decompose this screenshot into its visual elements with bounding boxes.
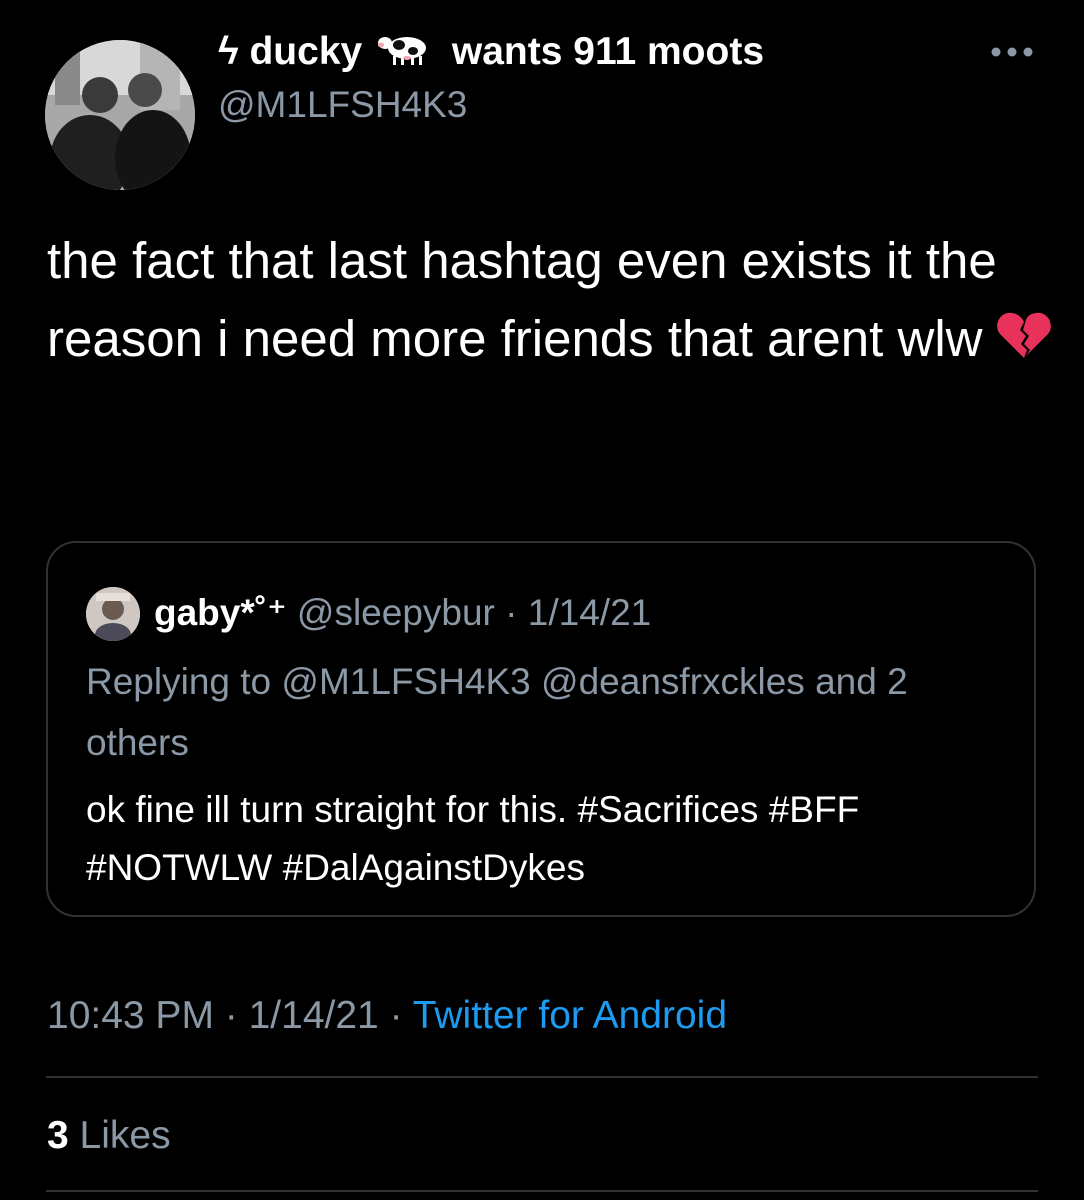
avatar-photo-icon xyxy=(45,40,195,190)
quoted-date: 1/14/21 xyxy=(527,592,652,633)
likes-count: 3 xyxy=(47,1114,69,1157)
quoted-separator: · xyxy=(494,592,528,633)
more-options-button[interactable] xyxy=(988,42,1036,62)
more-options-icon xyxy=(991,47,1033,57)
tweet-body: the fact that last hashtag even exists i… xyxy=(47,222,1067,382)
quoted-author-name[interactable]: gaby*˚⁺ xyxy=(154,592,287,633)
divider xyxy=(46,1076,1038,1078)
quoted-author-handle[interactable]: @sleepybur xyxy=(297,592,495,633)
avatar-photo-icon xyxy=(86,587,140,641)
broken-heart-icon xyxy=(996,304,1052,382)
tweet-source-link[interactable]: Twitter for Android xyxy=(413,994,727,1037)
likes-label: Likes xyxy=(79,1114,171,1157)
replying-to: Replying to @M1LFSH4K3 @deansfrxckles an… xyxy=(86,661,908,763)
quoted-tweet-text: ok fine ill turn straight for this. #Sac… xyxy=(86,789,860,888)
tweet-date: 1/14/21 xyxy=(248,994,379,1037)
display-name-prefix: ϟ ducky xyxy=(218,30,363,73)
quoted-tweet-header: gaby*˚⁺ @sleepybur · 1/14/21 xyxy=(154,589,651,637)
quoted-tweet[interactable]: gaby*˚⁺ @sleepybur · 1/14/21 Replying to… xyxy=(46,541,1036,917)
tweet-text: the fact that last hashtag even exists i… xyxy=(47,232,997,367)
source-separator: · xyxy=(378,994,413,1037)
author-avatar[interactable] xyxy=(45,40,195,190)
likes-stat[interactable]: 3 Likes xyxy=(47,1110,171,1162)
tweet-timestamp: 10:43 PM · 1/14/21 · Twitter for Android xyxy=(47,990,727,1042)
author-handle[interactable]: @M1LFSH4K3 xyxy=(218,80,467,130)
timestamp-separator: · xyxy=(213,994,249,1037)
cow-icon xyxy=(377,28,437,80)
author-display-name[interactable]: ϟ ducky wants 911 moots xyxy=(218,26,764,80)
quoted-author-avatar[interactable] xyxy=(86,587,140,641)
divider xyxy=(46,1190,1038,1192)
display-name-suffix: wants 911 moots xyxy=(451,30,765,73)
tweet-time: 10:43 PM xyxy=(47,994,214,1037)
